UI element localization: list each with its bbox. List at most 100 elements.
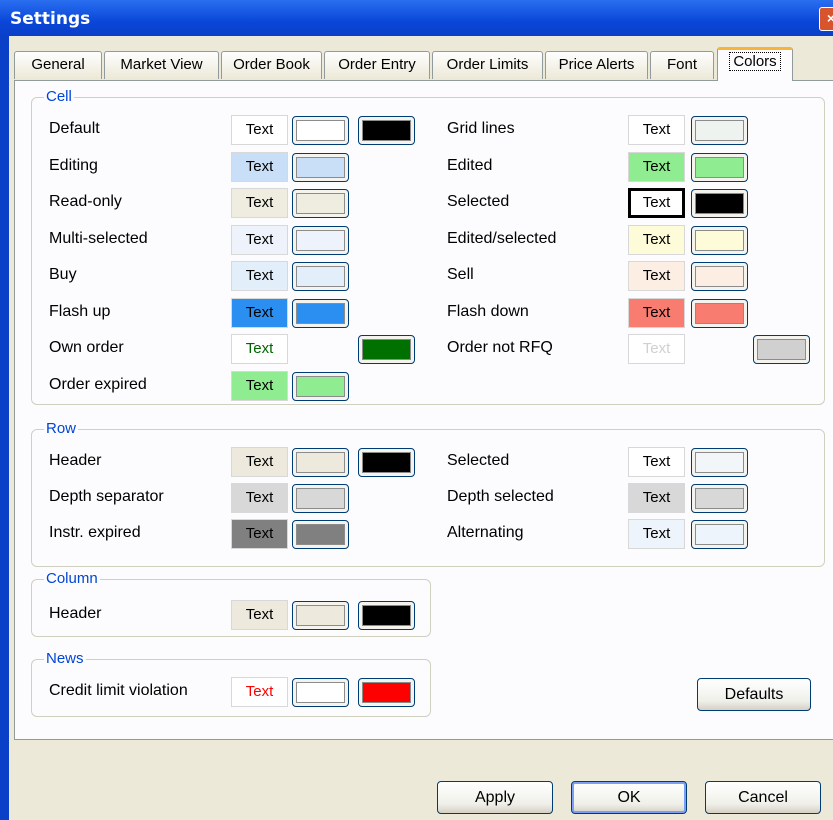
colors-panel: Cell Row Column News Default Text Editing T… — [14, 80, 833, 740]
row-instr-expired-sample: Text — [231, 519, 288, 549]
row-depth-separator-label: Depth separator — [49, 488, 164, 505]
window-border — [0, 36, 9, 820]
cell-sell-background-color-button[interactable] — [691, 262, 748, 291]
color-swatch — [296, 229, 345, 251]
color-swatch — [695, 156, 744, 178]
color-swatch — [695, 302, 744, 324]
column-header-sample: Text — [231, 600, 288, 630]
cell-buy-background-color-button[interactable] — [292, 262, 349, 291]
cell-sell-label: Sell — [447, 266, 474, 283]
color-swatch — [695, 229, 744, 251]
group-legend: Row — [44, 420, 79, 437]
column-header-background-color-button[interactable] — [292, 601, 349, 630]
cell-default-foreground-color-button[interactable] — [358, 116, 415, 145]
color-swatch — [362, 682, 411, 703]
tab-font[interactable]: Font — [650, 51, 714, 79]
color-swatch — [362, 120, 411, 141]
color-swatch — [296, 605, 345, 626]
cancel-button[interactable]: Cancel — [705, 781, 821, 814]
row-depth-separator-background-color-button[interactable] — [292, 484, 349, 513]
cell-selected-background-color-button[interactable] — [691, 189, 748, 218]
row-header-foreground-color-button[interactable] — [358, 448, 415, 477]
cell-buy-sample: Text — [231, 261, 288, 291]
group-legend: News — [44, 650, 86, 667]
cell-multi-selected-background-color-button[interactable] — [292, 225, 349, 255]
row-header-background-color-button[interactable] — [292, 448, 349, 477]
color-swatch — [296, 193, 345, 214]
cell-order-expired-label: Order expired — [49, 375, 147, 393]
news-credit-limit-violation-foreground-color-button[interactable] — [358, 678, 415, 707]
row-alternating-sample: Text — [628, 519, 685, 549]
row-alternating-background-color-button[interactable] — [691, 520, 748, 549]
color-swatch — [695, 488, 744, 509]
cell-own-order-label: Own order — [49, 339, 124, 356]
row-header-sample: Text — [231, 447, 288, 477]
cell-order-expired-background-color-button[interactable] — [292, 371, 349, 401]
cell-editing-background-color-button[interactable] — [292, 152, 349, 182]
tab-price-alerts[interactable]: Price Alerts — [545, 51, 648, 79]
row-instr-expired-background-color-button[interactable] — [292, 520, 349, 549]
tab-order-book[interactable]: Order Book — [221, 51, 322, 79]
column-header-label: Header — [49, 605, 102, 622]
cell-order-not-rfq-foreground-color-button[interactable] — [753, 335, 810, 364]
defaults-button[interactable]: Defaults — [697, 678, 811, 711]
row-depth-separator-sample: Text — [231, 483, 288, 513]
title-bar: Settings × — [0, 0, 833, 36]
cell-own-order-foreground-color-button[interactable] — [358, 335, 415, 364]
cell-sell-sample: Text — [628, 261, 685, 291]
cell-grid-lines-label: Grid lines — [447, 120, 515, 137]
cell-buy-label: Buy — [49, 266, 77, 283]
cell-grid-lines-background-color-button[interactable] — [691, 116, 748, 145]
cell-default-label: Default — [49, 120, 100, 137]
color-swatch — [362, 605, 411, 626]
color-swatch — [296, 682, 345, 703]
row-instr-expired-label: Instr. expired — [49, 524, 141, 541]
news-credit-limit-violation-label: Credit limit violation — [49, 682, 188, 699]
row-header-label: Header — [49, 452, 102, 469]
tab-order-limits[interactable]: Order Limits — [432, 51, 543, 79]
color-swatch — [296, 120, 345, 141]
cell-multi-selected-label: Multi-selected — [49, 229, 148, 247]
cell-selected-label: Selected — [447, 193, 510, 210]
group-legend: Cell — [44, 88, 74, 105]
row-depth-selected-background-color-button[interactable] — [691, 484, 748, 513]
cell-order-not-rfq-label: Order not RFQ — [447, 339, 553, 356]
cell-edited-selected-background-color-button[interactable] — [691, 225, 748, 255]
cell-own-order-sample: Text — [231, 334, 288, 364]
row-selected-background-color-button[interactable] — [691, 448, 748, 477]
tab-general[interactable]: General — [14, 51, 102, 79]
tab-market-view[interactable]: Market View — [104, 51, 219, 79]
news-credit-limit-violation-sample: Text — [231, 677, 288, 707]
color-swatch — [296, 452, 345, 473]
cell-default-sample: Text — [231, 115, 288, 145]
news-credit-limit-violation-background-color-button[interactable] — [292, 678, 349, 707]
cell-flash-up-background-color-button[interactable] — [292, 298, 349, 328]
color-swatch — [695, 452, 744, 473]
cell-edited-selected-label: Edited/selected — [447, 229, 557, 247]
cell-flash-down-background-color-button[interactable] — [691, 298, 748, 328]
cell-edited-label: Edited — [447, 156, 493, 174]
color-swatch — [296, 375, 345, 397]
cell-flash-down-sample: Text — [628, 297, 685, 328]
close-icon[interactable]: × — [819, 7, 833, 31]
cell-flash-up-label: Flash up — [49, 302, 111, 320]
cell-editing-label: Editing — [49, 156, 98, 174]
cell-edited-selected-sample: Text — [628, 224, 685, 255]
column-header-foreground-color-button[interactable] — [358, 601, 415, 630]
row-selected-sample: Text — [628, 447, 685, 477]
tab-order-entry[interactable]: Order Entry — [324, 51, 430, 79]
color-swatch — [695, 266, 744, 287]
cell-default-background-color-button[interactable] — [292, 116, 349, 145]
cell-multi-selected-sample: Text — [231, 224, 288, 255]
cell-grid-lines-sample: Text — [628, 115, 685, 145]
row-selected-label: Selected — [447, 452, 510, 469]
color-swatch — [695, 524, 744, 545]
cell-read-only-label: Read-only — [49, 193, 122, 210]
cell-edited-background-color-button[interactable] — [691, 152, 748, 182]
ok-button[interactable]: OK — [571, 781, 687, 814]
tab-colors[interactable]: Colors — [717, 47, 793, 81]
apply-button[interactable]: Apply — [437, 781, 553, 814]
cell-editing-sample: Text — [231, 151, 288, 182]
cell-read-only-background-color-button[interactable] — [292, 189, 349, 218]
color-swatch — [296, 302, 345, 324]
